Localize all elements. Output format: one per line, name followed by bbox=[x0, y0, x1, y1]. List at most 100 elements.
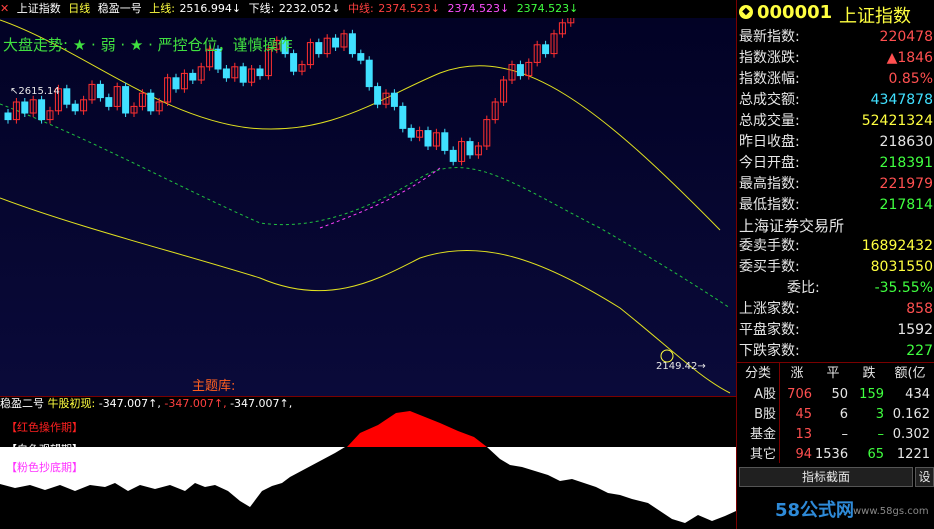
upper-line-value: 2516.994↓ bbox=[179, 2, 242, 15]
table-cell: – bbox=[877, 427, 885, 442]
quote-value: 0.85% bbox=[888, 71, 933, 87]
candle-body[interactable] bbox=[38, 99, 46, 121]
candle-body[interactable] bbox=[365, 59, 373, 88]
candle-body[interactable] bbox=[222, 68, 230, 79]
watermark-url: www.58gs.com bbox=[853, 506, 929, 517]
candle-body[interactable] bbox=[424, 130, 432, 147]
quote-label: 最新指数: bbox=[739, 29, 800, 45]
order-row: 下跌家数: 227 bbox=[739, 341, 933, 362]
close-icon[interactable]: ✕ bbox=[0, 2, 9, 15]
candle-body[interactable] bbox=[239, 66, 247, 83]
quote-label: 今日开盘: bbox=[739, 155, 800, 171]
candle-body[interactable] bbox=[172, 77, 180, 90]
order-value: 16892432 bbox=[861, 238, 933, 254]
order-value: -35.55% bbox=[874, 280, 933, 296]
table-cell: 0.302 bbox=[892, 427, 930, 442]
order-label: 委买手数: bbox=[739, 259, 800, 275]
candle-body[interactable] bbox=[466, 141, 474, 156]
quote-row: 昨日收盘: 218630 bbox=[739, 132, 933, 153]
candle-body[interactable] bbox=[147, 92, 155, 112]
quote-value: 52421324 bbox=[861, 113, 933, 129]
mid-line-value-3: 2374.523↓ bbox=[516, 2, 579, 15]
candle-body[interactable] bbox=[348, 33, 356, 55]
table-cell: 45 bbox=[795, 407, 812, 422]
candle-body[interactable] bbox=[390, 92, 398, 107]
order-value: 227 bbox=[906, 343, 933, 359]
theme-library-label[interactable]: 主题库: bbox=[192, 375, 235, 394]
quote-row: 总成交额: 4347878 bbox=[739, 90, 933, 111]
quote-value: 220478 bbox=[879, 29, 933, 45]
table-row: 其它 94 1536 65 1221 bbox=[737, 444, 934, 465]
candle-body[interactable] bbox=[399, 105, 407, 129]
expand-icon[interactable]: ◆ bbox=[739, 5, 753, 19]
quote-row: 最高指数: 221979 bbox=[739, 174, 933, 195]
table-cell: 13 bbox=[795, 427, 812, 442]
sub-indicator-label: 牛股初现: bbox=[47, 397, 96, 410]
table-row: B股 45 6 3 0.162 bbox=[737, 404, 934, 425]
table-cell: 1221 bbox=[896, 447, 930, 462]
candle-body[interactable] bbox=[315, 42, 323, 55]
sub-value-2: -347.007↑, bbox=[164, 397, 227, 410]
candle-body[interactable] bbox=[357, 53, 365, 61]
order-row: 上涨家数: 858 bbox=[739, 299, 933, 320]
table-cell: A股 bbox=[754, 387, 776, 402]
candle-body[interactable] bbox=[105, 97, 113, 107]
candle-body[interactable] bbox=[516, 64, 524, 77]
order-label: 下跌家数: bbox=[739, 343, 800, 359]
table-cell: 434 bbox=[905, 387, 930, 402]
sub-indicator-name[interactable]: 稳盈二号 bbox=[0, 397, 44, 410]
market-status-text: 大盘走势: ★ · 弱 · ★ · 严控仓位，谨慎操作 bbox=[3, 36, 293, 54]
table-cell: 65 bbox=[867, 447, 884, 462]
mid-line-value-2: 2374.523↓ bbox=[447, 2, 510, 15]
table-header-cell: 涨 bbox=[790, 366, 804, 381]
candle-body[interactable] bbox=[96, 83, 104, 99]
settings-button[interactable]: 设 bbox=[915, 467, 934, 487]
candle-body[interactable] bbox=[542, 44, 550, 55]
quote-panel: ◆ 000001 上证指数 最新指数: 220478 指数涨跌: ▲1846 指数涨幅:… bbox=[736, 0, 934, 529]
candle-body[interactable] bbox=[290, 53, 298, 72]
order-value: 1592 bbox=[897, 322, 933, 338]
candle-body[interactable] bbox=[21, 101, 29, 114]
candle-body[interactable] bbox=[63, 88, 71, 105]
candle-body[interactable] bbox=[4, 112, 12, 121]
chart-title-bar: ✕ 上证指数 日线 稳盈一号 上线: 2516.994↓ 下线: 2232.05… bbox=[0, 0, 736, 18]
indicator-section-button[interactable]: 指标截面 bbox=[739, 467, 913, 487]
period-label[interactable]: 日线 bbox=[68, 2, 90, 15]
candle-body[interactable] bbox=[256, 68, 264, 77]
order-row: 委卖手数: 16892432 bbox=[739, 236, 933, 257]
quote-label: 指数涨幅: bbox=[739, 71, 800, 87]
white-watch-area-right bbox=[487, 447, 736, 523]
order-row: 平盘家数: 1592 bbox=[739, 320, 933, 341]
table-cell: – bbox=[841, 427, 849, 442]
index-title: 上证指数 bbox=[839, 6, 911, 27]
candle-body[interactable] bbox=[71, 103, 79, 112]
quote-label: 最高指数: bbox=[739, 176, 800, 192]
oscillator-chart[interactable]: 【红色操作期】 【白色观望期】 【粉色抄底期】 bbox=[0, 411, 736, 529]
indicator-name[interactable]: 稳盈一号 bbox=[98, 2, 142, 15]
legend-red: 【红色操作期】 bbox=[6, 421, 83, 434]
candle-body[interactable] bbox=[374, 86, 382, 105]
candle-body[interactable] bbox=[189, 72, 197, 81]
candlestick-chart[interactable] bbox=[0, 18, 736, 396]
order-value: 8031550 bbox=[870, 259, 933, 275]
table-cell: 159 bbox=[859, 387, 884, 402]
table-cell: 706 bbox=[787, 387, 812, 402]
lower-band-line bbox=[0, 197, 731, 394]
candle-body[interactable] bbox=[407, 127, 415, 138]
quote-label: 总成交额: bbox=[739, 92, 800, 108]
candle-body[interactable] bbox=[441, 132, 449, 151]
order-label: 平盘家数: bbox=[739, 322, 800, 338]
candle-body[interactable] bbox=[122, 86, 130, 114]
mid-line-value: 2374.523↓ bbox=[378, 2, 440, 15]
candle-body[interactable] bbox=[449, 149, 457, 162]
upper-line-label: 上线: bbox=[149, 2, 175, 15]
table-header-cell: 分类 bbox=[744, 366, 771, 381]
quote-label: 最低指数: bbox=[739, 197, 800, 213]
high-price-label: ↖2615.14 bbox=[10, 86, 60, 97]
order-label: 委比: bbox=[787, 280, 820, 296]
table-cell: 1536 bbox=[815, 447, 849, 462]
table-row: 基金 13– –0.302 bbox=[737, 424, 934, 445]
price-chart[interactable]: 大盘走势: ★ · 弱 · ★ · 严控仓位，谨慎操作 ↖2615.14 214… bbox=[0, 18, 736, 396]
quote-row: 今日开盘: 218391 bbox=[739, 153, 933, 174]
candle-body[interactable] bbox=[332, 37, 340, 48]
